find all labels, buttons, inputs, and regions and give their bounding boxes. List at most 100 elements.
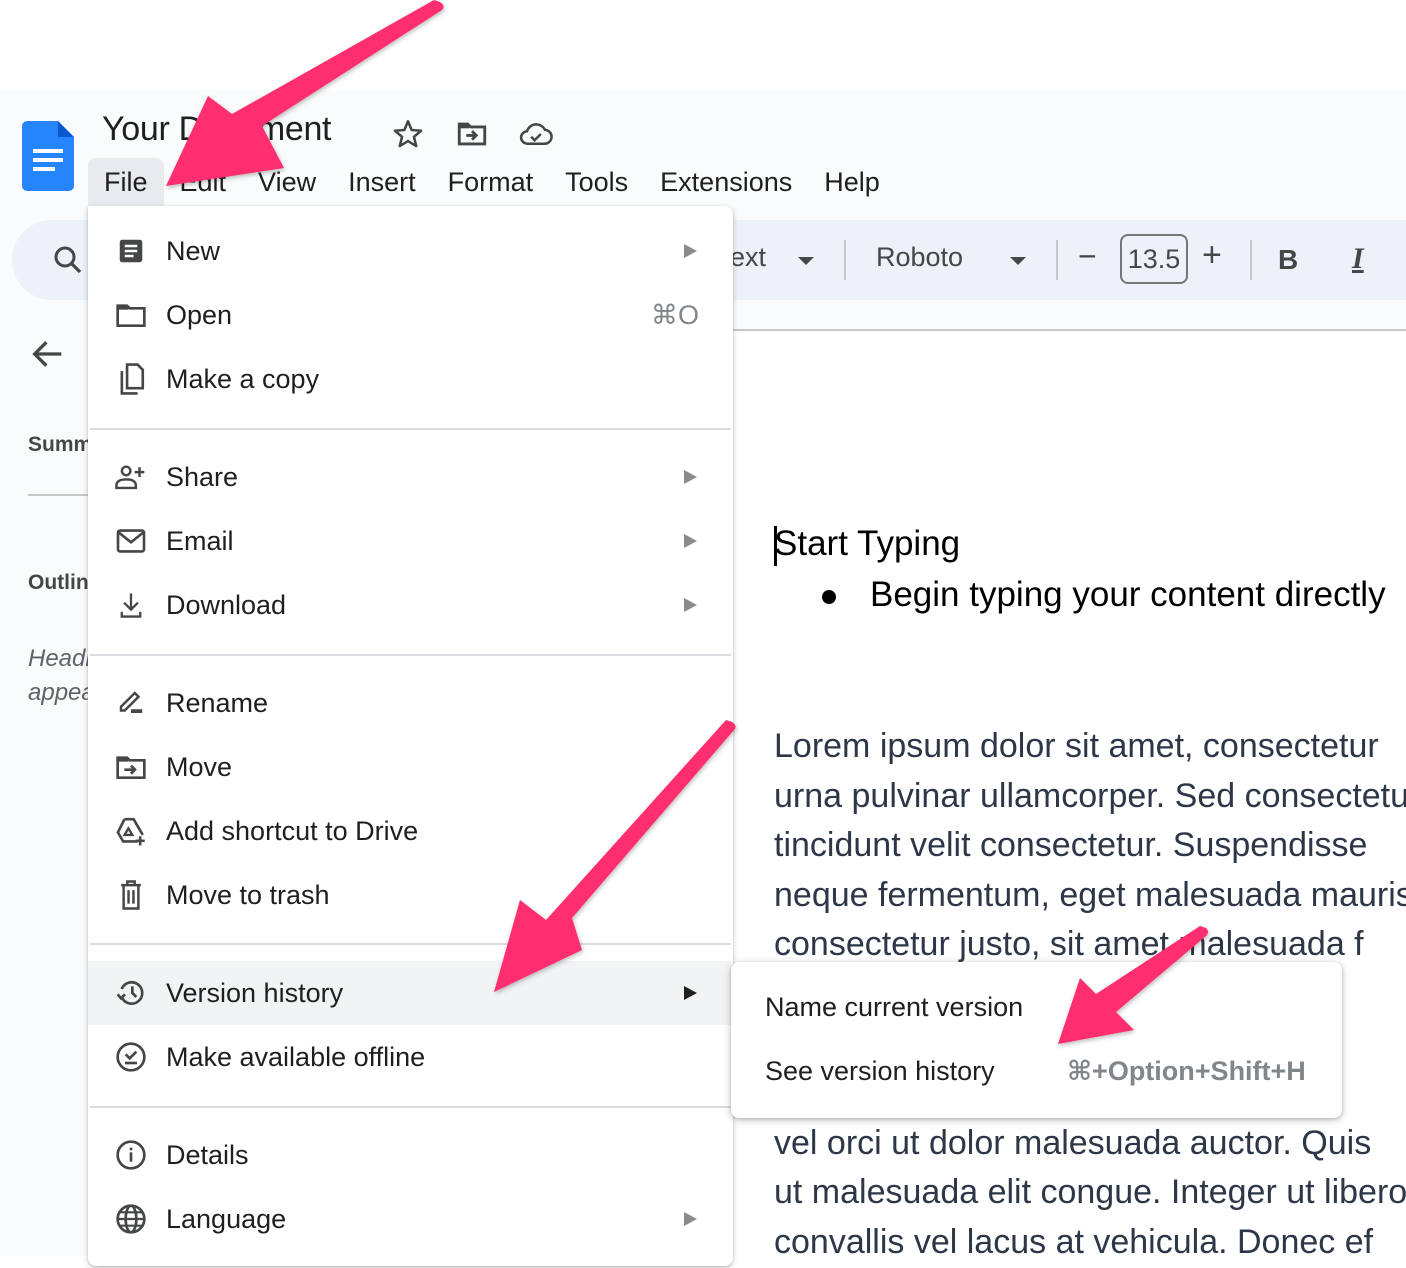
menu-help[interactable]: Help <box>808 158 896 206</box>
menu-separator <box>90 943 731 945</box>
info-icon <box>114 1138 148 1172</box>
document-bullet-item[interactable]: Begin typing your content directly <box>822 575 1386 615</box>
file-menu-make-available-offline[interactable]: Make available offline <box>88 1025 733 1089</box>
menu-item-label: Rename <box>166 687 269 718</box>
toolbar-separator <box>1056 240 1058 280</box>
menu-item-label: Download <box>166 589 287 620</box>
file-menu-rename[interactable]: Rename <box>88 671 733 735</box>
file-menu-move-to-trash[interactable]: Move to trash <box>88 863 733 927</box>
globe-icon <box>114 1202 148 1236</box>
menu-item-label: Move <box>166 751 233 782</box>
menu-item-label: New <box>166 235 221 266</box>
font-caret-icon[interactable] <box>1010 257 1026 265</box>
file-menu: New Open ⌘O Make a copy Share Email Down… <box>88 206 733 1266</box>
shortcut-hint: ⌘O <box>650 299 699 330</box>
document-heading[interactable]: Start Typing <box>774 524 960 564</box>
folder-icon <box>114 298 148 332</box>
menu-item-label: See version history <box>765 1055 995 1086</box>
decrease-font-size-button[interactable]: − <box>1078 238 1097 275</box>
file-menu-language[interactable]: Language <box>88 1187 733 1251</box>
file-menu-make-copy[interactable]: Make a copy <box>88 347 733 411</box>
file-menu-email[interactable]: Email <box>88 509 733 573</box>
file-menu-details[interactable]: Details <box>88 1123 733 1187</box>
document-title[interactable]: Your Document <box>102 110 332 149</box>
move-folder-icon[interactable] <box>454 116 490 152</box>
submenu-arrow-icon <box>684 534 697 548</box>
bullet-dot <box>822 589 836 604</box>
paragraph-line: tincidunt velit consectetur. Suspendisse <box>774 826 1368 865</box>
menu-item-label: Version history <box>166 977 344 1008</box>
increase-font-size-button[interactable]: + <box>1202 236 1222 275</box>
bold-button[interactable]: B <box>1278 244 1298 276</box>
offline-check-icon <box>114 1040 148 1074</box>
menu-item-label: Add shortcut to Drive <box>166 815 419 846</box>
menu-tools[interactable]: Tools <box>549 158 644 206</box>
menu-extensions[interactable]: Extensions <box>644 158 808 206</box>
cloud-saved-icon[interactable] <box>518 116 554 152</box>
menu-item-label: Make available offline <box>166 1041 426 1072</box>
toolbar-separator <box>844 240 846 280</box>
summary-divider <box>28 494 90 496</box>
toolbar-separator <box>1250 240 1252 280</box>
font-family-dropdown[interactable]: Roboto <box>876 242 963 273</box>
italic-button[interactable]: I <box>1352 242 1364 276</box>
menu-item-label: Share <box>166 461 239 492</box>
paragraph-line: Lorem ipsum dolor sit amet, consectetur <box>774 727 1379 765</box>
see-version-history-item[interactable]: See version history ⌘+Option+Shift+H <box>731 1039 1342 1103</box>
back-arrow-icon[interactable] <box>28 334 68 374</box>
move-folder-icon <box>114 750 148 784</box>
email-icon <box>114 524 148 558</box>
menu-format[interactable]: Format <box>432 158 550 206</box>
top-blank-area <box>0 0 1406 90</box>
trash-icon <box>114 878 148 912</box>
download-icon <box>114 588 148 622</box>
copy-icon <box>114 362 148 396</box>
menu-bar: File Edit View Insert Format Tools Exten… <box>88 158 896 206</box>
title-actions <box>390 116 554 152</box>
menu-edit[interactable]: Edit <box>164 158 243 206</box>
new-document-icon <box>114 234 148 268</box>
file-menu-new[interactable]: New <box>88 219 733 283</box>
outline-hint-line: Headings you add to the document will <box>28 645 90 672</box>
paragraph-style-dropdown[interactable]: ext <box>730 242 766 273</box>
submenu-arrow-icon <box>684 244 697 258</box>
menu-item-label: Move to trash <box>166 879 330 910</box>
menu-insert[interactable]: Insert <box>332 158 432 206</box>
submenu-arrow-icon <box>684 598 697 612</box>
bullet-text: Begin typing your content directly <box>870 575 1386 614</box>
drive-shortcut-icon <box>114 814 148 848</box>
rename-icon <box>114 686 148 720</box>
style-caret-icon[interactable] <box>798 257 814 265</box>
menu-file[interactable]: File <box>88 158 164 206</box>
menu-item-label: Email <box>166 525 234 556</box>
submenu-arrow-icon <box>684 1212 697 1226</box>
font-size-input[interactable]: 13.5 <box>1120 234 1188 284</box>
text-cursor <box>774 526 777 566</box>
star-icon[interactable] <box>390 116 426 152</box>
add-person-icon <box>114 460 148 494</box>
paragraph-line: convallis vel lacus at vehicula. Donec e… <box>774 1222 1374 1261</box>
shortcut-hint: ⌘+Option+Shift+H <box>1067 1055 1306 1086</box>
name-current-version-item[interactable]: Name current version <box>731 975 1342 1039</box>
menu-separator <box>90 428 731 430</box>
file-menu-share[interactable]: Share <box>88 445 733 509</box>
paragraph-line: ut malesuada elit congue. Integer ut lib… <box>774 1173 1406 1212</box>
outline-label: Outline <box>28 571 90 594</box>
document-outline-panel: Summary Outline Headings you add to the … <box>0 0 90 1256</box>
summary-label: Summary <box>28 433 90 456</box>
file-menu-open[interactable]: Open ⌘O <box>88 283 733 347</box>
file-menu-download[interactable]: Download <box>88 573 733 637</box>
submenu-arrow-icon <box>684 470 697 484</box>
file-menu-move[interactable]: Move <box>88 735 733 799</box>
outline-hint-line: appear here. <box>28 679 90 706</box>
menu-view[interactable]: View <box>242 158 332 206</box>
file-menu-version-history[interactable]: Version history <box>88 961 731 1025</box>
submenu-arrow-icon <box>684 986 697 1000</box>
menu-item-label: Name current version <box>765 991 1024 1022</box>
version-history-submenu: Name current version See version history… <box>731 962 1342 1118</box>
menu-separator <box>90 1106 731 1108</box>
menu-item-label: Language <box>166 1203 287 1234</box>
paragraph-line: neque fermentum, eget malesuada mauris <box>774 875 1406 914</box>
menu-item-label: Make a copy <box>166 363 320 394</box>
file-menu-add-shortcut[interactable]: Add shortcut to Drive <box>88 799 733 863</box>
